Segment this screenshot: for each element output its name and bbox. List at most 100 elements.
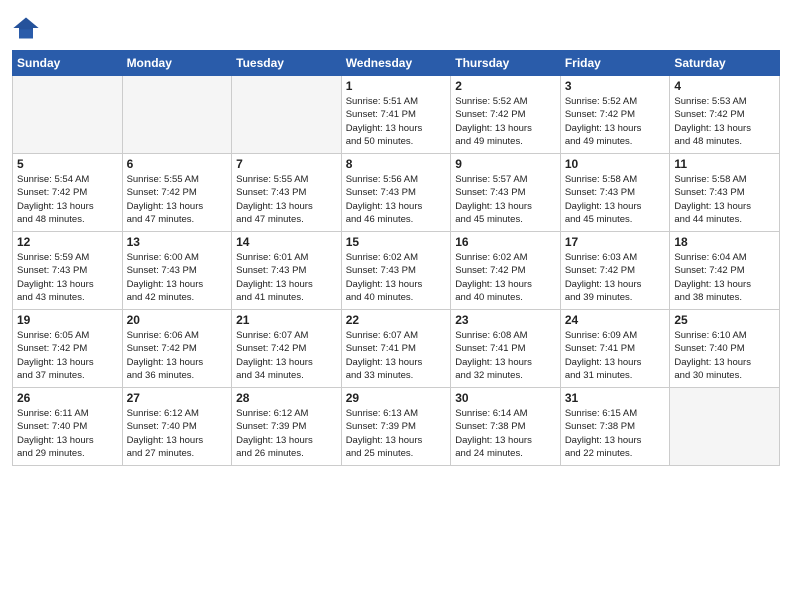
day-cell-empty xyxy=(232,76,342,154)
day-info: Sunrise: 5:53 AM Sunset: 7:42 PM Dayligh… xyxy=(674,95,775,148)
day-number: 19 xyxy=(17,313,118,327)
day-info: Sunrise: 5:52 AM Sunset: 7:42 PM Dayligh… xyxy=(455,95,556,148)
day-number: 24 xyxy=(565,313,666,327)
day-info: Sunrise: 6:13 AM Sunset: 7:39 PM Dayligh… xyxy=(346,407,447,460)
day-cell-empty xyxy=(122,76,232,154)
day-cell-5: 5 Sunrise: 5:54 AM Sunset: 7:42 PM Daylig… xyxy=(13,154,123,232)
day-cell-empty xyxy=(13,76,123,154)
day-number: 3 xyxy=(565,79,666,93)
day-number: 17 xyxy=(565,235,666,249)
day-cell-27: 27Sunrise: 6:12 AM Sunset: 7:40 PM Dayli… xyxy=(122,388,232,466)
day-number: 16 xyxy=(455,235,556,249)
day-info: Sunrise: 6:07 AM Sunset: 7:41 PM Dayligh… xyxy=(346,329,447,382)
day-cell-17: 17 Sunrise: 6:03 AM Sunset: 7:42 PM Dayli… xyxy=(560,232,670,310)
day-cell-1: 1Sunrise: 5:51 AM Sunset: 7:41 PM Daylig… xyxy=(341,76,451,154)
day-number: 30 xyxy=(455,391,556,405)
week-row-2: 5 Sunrise: 5:54 AM Sunset: 7:42 PM Daylig… xyxy=(13,154,780,232)
calendar-table: SundayMondayTuesdayWednesdayThursdayFrid… xyxy=(12,50,780,466)
day-number: 25 xyxy=(674,313,775,327)
day-cell-8: 8 Sunrise: 5:56 AM Sunset: 7:43 PM Daylig… xyxy=(341,154,451,232)
day-cell-23: 23 Sunrise: 6:08 AM Sunset: 7:41 PM Dayli… xyxy=(451,310,561,388)
day-number: 21 xyxy=(236,313,337,327)
day-cell-13: 13 Sunrise: 6:00 AM Sunset: 7:43 PM Dayli… xyxy=(122,232,232,310)
day-info: Sunrise: 5:56 AM Sunset: 7:43 PM Dayligh… xyxy=(346,173,447,226)
week-row-1: 1Sunrise: 5:51 AM Sunset: 7:41 PM Daylig… xyxy=(13,76,780,154)
day-cell-19: 19 Sunrise: 6:05 AM Sunset: 7:42 PM Dayli… xyxy=(13,310,123,388)
column-header-wednesday: Wednesday xyxy=(341,51,451,76)
day-number: 8 xyxy=(346,157,447,171)
day-info: Sunrise: 5:58 AM Sunset: 7:43 PM Dayligh… xyxy=(565,173,666,226)
day-number: 1 xyxy=(346,79,447,93)
day-cell-2: 2 Sunrise: 5:52 AM Sunset: 7:42 PM Daylig… xyxy=(451,76,561,154)
day-cell-4: 4 Sunrise: 5:53 AM Sunset: 7:42 PM Daylig… xyxy=(670,76,780,154)
column-header-sunday: Sunday xyxy=(13,51,123,76)
day-cell-16: 16 Sunrise: 6:02 AM Sunset: 7:42 PM Dayli… xyxy=(451,232,561,310)
day-info: Sunrise: 6:03 AM Sunset: 7:42 PM Dayligh… xyxy=(565,251,666,304)
day-number: 18 xyxy=(674,235,775,249)
day-info: Sunrise: 6:08 AM Sunset: 7:41 PM Dayligh… xyxy=(455,329,556,382)
column-header-saturday: Saturday xyxy=(670,51,780,76)
day-info: Sunrise: 6:07 AM Sunset: 7:42 PM Dayligh… xyxy=(236,329,337,382)
day-info: Sunrise: 6:12 AM Sunset: 7:39 PM Dayligh… xyxy=(236,407,337,460)
day-cell-25: 25 Sunrise: 6:10 AM Sunset: 7:40 PM Dayli… xyxy=(670,310,780,388)
day-info: Sunrise: 6:02 AM Sunset: 7:42 PM Dayligh… xyxy=(455,251,556,304)
day-cell-6: 6Sunrise: 5:55 AM Sunset: 7:42 PM Daylig… xyxy=(122,154,232,232)
day-cell-31: 31Sunrise: 6:15 AM Sunset: 7:38 PM Dayli… xyxy=(560,388,670,466)
week-row-4: 19 Sunrise: 6:05 AM Sunset: 7:42 PM Dayli… xyxy=(13,310,780,388)
week-row-3: 12 Sunrise: 5:59 AM Sunset: 7:43 PM Dayli… xyxy=(13,232,780,310)
day-cell-9: 9Sunrise: 5:57 AM Sunset: 7:43 PM Daylig… xyxy=(451,154,561,232)
day-info: Sunrise: 5:52 AM Sunset: 7:42 PM Dayligh… xyxy=(565,95,666,148)
header-row-days: SundayMondayTuesdayWednesdayThursdayFrid… xyxy=(13,51,780,76)
calendar-thead: SundayMondayTuesdayWednesdayThursdayFrid… xyxy=(13,51,780,76)
day-info: Sunrise: 6:01 AM Sunset: 7:43 PM Dayligh… xyxy=(236,251,337,304)
day-number: 2 xyxy=(455,79,556,93)
header-row xyxy=(12,10,780,42)
day-cell-20: 20Sunrise: 6:06 AM Sunset: 7:42 PM Dayli… xyxy=(122,310,232,388)
logo-icon xyxy=(12,14,40,42)
day-info: Sunrise: 6:09 AM Sunset: 7:41 PM Dayligh… xyxy=(565,329,666,382)
day-info: Sunrise: 6:10 AM Sunset: 7:40 PM Dayligh… xyxy=(674,329,775,382)
day-info: Sunrise: 6:05 AM Sunset: 7:42 PM Dayligh… xyxy=(17,329,118,382)
day-cell-28: 28 Sunrise: 6:12 AM Sunset: 7:39 PM Dayli… xyxy=(232,388,342,466)
day-number: 10 xyxy=(565,157,666,171)
calendar-body: 1Sunrise: 5:51 AM Sunset: 7:41 PM Daylig… xyxy=(13,76,780,466)
day-number: 15 xyxy=(346,235,447,249)
day-info: Sunrise: 6:14 AM Sunset: 7:38 PM Dayligh… xyxy=(455,407,556,460)
day-cell-11: 11 Sunrise: 5:58 AM Sunset: 7:43 PM Dayli… xyxy=(670,154,780,232)
day-number: 20 xyxy=(127,313,228,327)
day-number: 4 xyxy=(674,79,775,93)
day-number: 22 xyxy=(346,313,447,327)
day-info: Sunrise: 5:55 AM Sunset: 7:42 PM Dayligh… xyxy=(127,173,228,226)
day-cell-22: 22 Sunrise: 6:07 AM Sunset: 7:41 PM Dayli… xyxy=(341,310,451,388)
day-cell-7: 7Sunrise: 5:55 AM Sunset: 7:43 PM Daylig… xyxy=(232,154,342,232)
day-cell-10: 10 Sunrise: 5:58 AM Sunset: 7:43 PM Dayli… xyxy=(560,154,670,232)
day-number: 23 xyxy=(455,313,556,327)
day-number: 13 xyxy=(127,235,228,249)
column-header-thursday: Thursday xyxy=(451,51,561,76)
day-cell-14: 14 Sunrise: 6:01 AM Sunset: 7:43 PM Dayli… xyxy=(232,232,342,310)
day-info: Sunrise: 5:54 AM Sunset: 7:42 PM Dayligh… xyxy=(17,173,118,226)
day-info: Sunrise: 6:00 AM Sunset: 7:43 PM Dayligh… xyxy=(127,251,228,304)
day-cell-30: 30 Sunrise: 6:14 AM Sunset: 7:38 PM Dayli… xyxy=(451,388,561,466)
day-info: Sunrise: 5:58 AM Sunset: 7:43 PM Dayligh… xyxy=(674,173,775,226)
day-info: Sunrise: 6:04 AM Sunset: 7:42 PM Dayligh… xyxy=(674,251,775,304)
day-number: 26 xyxy=(17,391,118,405)
day-info: Sunrise: 6:11 AM Sunset: 7:40 PM Dayligh… xyxy=(17,407,118,460)
day-number: 14 xyxy=(236,235,337,249)
day-cell-empty xyxy=(670,388,780,466)
day-number: 12 xyxy=(17,235,118,249)
column-header-tuesday: Tuesday xyxy=(232,51,342,76)
day-number: 7 xyxy=(236,157,337,171)
column-header-friday: Friday xyxy=(560,51,670,76)
day-cell-26: 26 Sunrise: 6:11 AM Sunset: 7:40 PM Dayli… xyxy=(13,388,123,466)
day-number: 31 xyxy=(565,391,666,405)
day-number: 5 xyxy=(17,157,118,171)
day-info: Sunrise: 5:59 AM Sunset: 7:43 PM Dayligh… xyxy=(17,251,118,304)
day-number: 11 xyxy=(674,157,775,171)
day-cell-29: 29Sunrise: 6:13 AM Sunset: 7:39 PM Dayli… xyxy=(341,388,451,466)
day-cell-15: 15Sunrise: 6:02 AM Sunset: 7:43 PM Dayli… xyxy=(341,232,451,310)
day-cell-3: 3 Sunrise: 5:52 AM Sunset: 7:42 PM Daylig… xyxy=(560,76,670,154)
day-number: 28 xyxy=(236,391,337,405)
column-header-monday: Monday xyxy=(122,51,232,76)
week-row-5: 26 Sunrise: 6:11 AM Sunset: 7:40 PM Dayli… xyxy=(13,388,780,466)
